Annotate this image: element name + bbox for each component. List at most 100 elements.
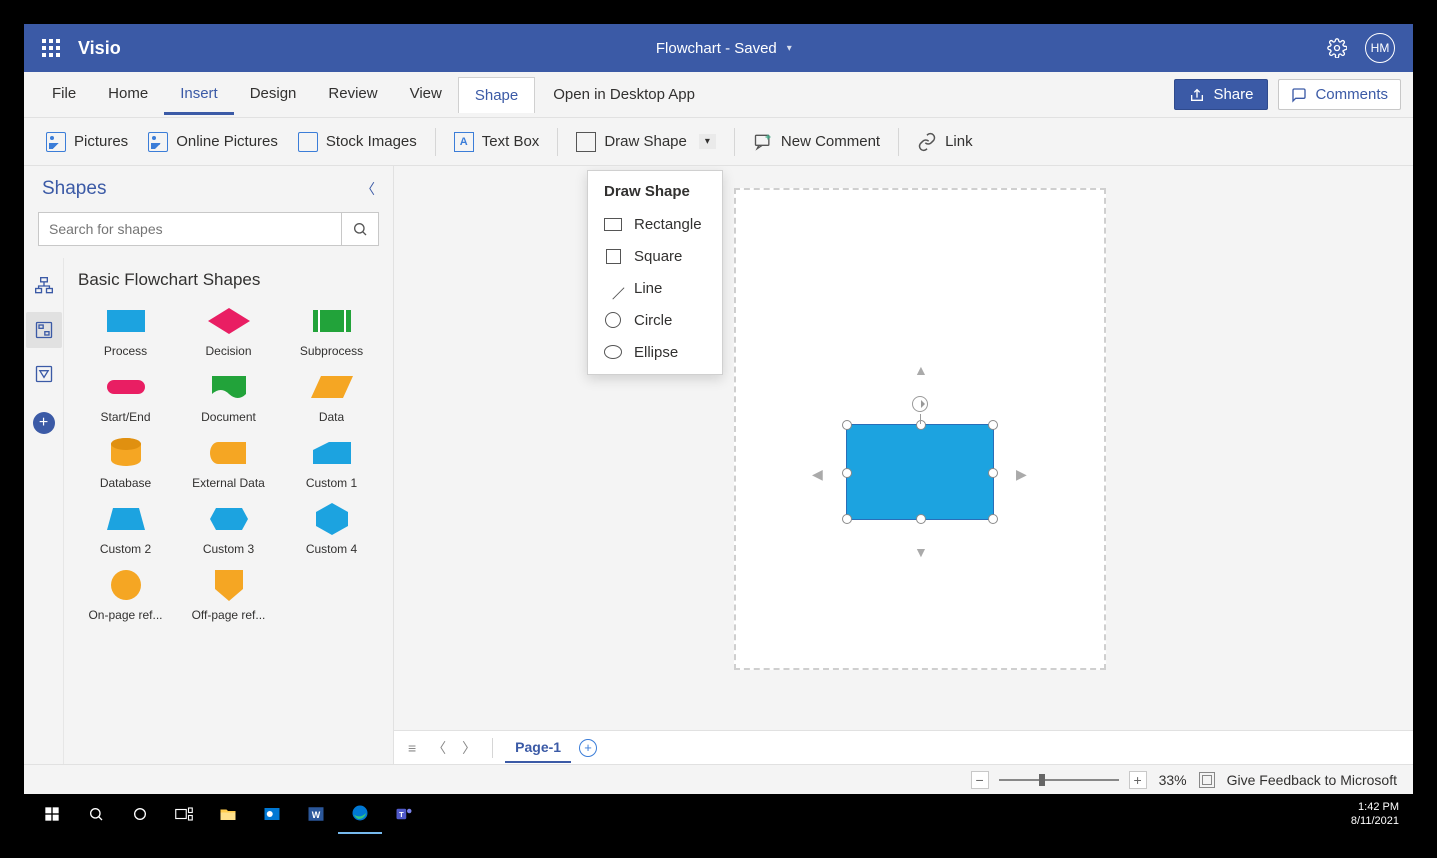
collapse-panel-button[interactable]: 〈 — [361, 179, 375, 199]
shape-custom-2[interactable]: Custom 2 — [78, 502, 173, 556]
tab-insert[interactable]: Insert — [164, 75, 234, 115]
shapes-search-input[interactable] — [38, 212, 341, 246]
taskbar-teams[interactable]: T — [382, 794, 426, 834]
comments-button[interactable]: Comments — [1278, 79, 1401, 110]
dropdown-item-circle[interactable]: Circle — [588, 304, 722, 336]
autoconnect-left[interactable]: ◀ — [812, 466, 823, 483]
title-bar: Visio Flowchart - Saved ▾ HM — [24, 24, 1413, 72]
drawing-canvas[interactable]: ▲ ▼ ◀ ▶ Draw Shape Rectangle Square Line… — [394, 166, 1413, 730]
online-pictures-button[interactable]: Online Pictures — [138, 126, 288, 158]
add-page-button[interactable]: + — [579, 739, 597, 757]
shape-external-data[interactable]: External Data — [181, 436, 276, 490]
page-tab-1[interactable]: Page-1 — [505, 733, 571, 763]
stock-images-icon — [298, 132, 318, 152]
shape-custom-4[interactable]: Custom 4 — [284, 502, 379, 556]
tab-file[interactable]: File — [36, 75, 92, 115]
canvas-wrap: ▲ ▼ ◀ ▶ Draw Shape Rectangle Square Line… — [394, 166, 1413, 764]
shape-subprocess[interactable]: Subprocess — [284, 304, 379, 358]
stencil-button-1[interactable] — [26, 268, 62, 304]
app-name: Visio — [78, 38, 121, 59]
new-comment-icon — [753, 132, 773, 152]
line-icon — [604, 279, 622, 297]
stencil-title: Basic Flowchart Shapes — [78, 270, 379, 290]
shape-data[interactable]: Data — [284, 370, 379, 424]
document-title-button[interactable]: Flowchart - Saved ▾ — [121, 40, 1327, 57]
zoom-in-button[interactable]: + — [1129, 771, 1147, 789]
selected-shape[interactable] — [846, 424, 994, 520]
chevron-down-icon: ▾ — [787, 43, 792, 54]
page-list-button[interactable]: ≡ — [404, 738, 420, 758]
shape-start-end[interactable]: Start/End — [78, 370, 173, 424]
stencil-button-3[interactable] — [26, 356, 62, 392]
dropdown-item-square[interactable]: Square — [588, 240, 722, 272]
tab-shape[interactable]: Shape — [458, 77, 535, 113]
autoconnect-right[interactable]: ▶ — [1016, 466, 1027, 483]
ribbon-commands: Pictures Online Pictures Stock Images AT… — [24, 118, 1413, 166]
taskbar-word[interactable]: W — [294, 794, 338, 834]
shape-custom-3[interactable]: Custom 3 — [181, 502, 276, 556]
tab-design[interactable]: Design — [234, 75, 313, 115]
taskbar-explorer[interactable] — [206, 794, 250, 834]
tab-view[interactable]: View — [394, 75, 458, 115]
start-button[interactable] — [30, 794, 74, 834]
new-comment-button[interactable]: New Comment — [743, 126, 890, 158]
online-pictures-icon — [148, 132, 168, 152]
taskbar-cortana[interactable] — [118, 794, 162, 834]
shape-decision[interactable]: Decision — [181, 304, 276, 358]
taskbar-clock[interactable]: 1:42 PM 8/11/2021 — [1351, 800, 1407, 829]
shape-custom-1[interactable]: Custom 1 — [284, 436, 379, 490]
tab-review[interactable]: Review — [312, 75, 393, 115]
svg-text:W: W — [312, 810, 321, 820]
stencil-rail: + — [24, 258, 64, 764]
zoom-slider[interactable] — [999, 779, 1119, 781]
circle-icon — [605, 312, 621, 328]
dropdown-item-rectangle[interactable]: Rectangle — [588, 208, 722, 240]
settings-icon[interactable] — [1327, 38, 1347, 58]
draw-shape-dropdown: Draw Shape Rectangle Square Line Circle … — [587, 170, 723, 375]
taskbar-edge[interactable] — [338, 794, 382, 834]
shape-document[interactable]: Document — [181, 370, 276, 424]
autoconnect-down[interactable]: ▼ — [914, 544, 928, 560]
stencil-button-2[interactable] — [26, 312, 62, 348]
taskbar-taskview[interactable] — [162, 794, 206, 834]
shape-database[interactable]: Database — [78, 436, 173, 490]
text-box-button[interactable]: AText Box — [444, 126, 550, 158]
user-avatar[interactable]: HM — [1365, 33, 1395, 63]
search-button[interactable] — [341, 212, 379, 246]
shape-off-page-ref[interactable]: Off-page ref... — [181, 568, 276, 622]
status-bar: − + 33% Give Feedback to Microsoft — [24, 764, 1413, 794]
fit-page-button[interactable] — [1199, 772, 1215, 788]
draw-shape-button[interactable]: Draw Shape▾ — [566, 126, 726, 158]
zoom-control: − + — [971, 771, 1147, 789]
stock-images-button[interactable]: Stock Images — [288, 126, 427, 158]
prev-page-button[interactable]: 〈 — [428, 736, 450, 760]
pictures-button[interactable]: Pictures — [36, 126, 138, 158]
autoconnect-up[interactable]: ▲ — [914, 362, 928, 378]
open-in-desktop-button[interactable]: Open in Desktop App — [535, 86, 713, 103]
svg-text:T: T — [399, 810, 404, 819]
zoom-percent: 33% — [1159, 772, 1187, 788]
shape-grid: Process Decision Subprocess Start/End Do… — [78, 304, 379, 622]
dropdown-item-line[interactable]: Line — [588, 272, 722, 304]
shape-on-page-ref[interactable]: On-page ref... — [78, 568, 173, 622]
feedback-link[interactable]: Give Feedback to Microsoft — [1227, 772, 1397, 788]
zoom-out-button[interactable]: − — [971, 771, 989, 789]
rectangle-icon — [576, 132, 596, 152]
taskbar-search[interactable] — [74, 794, 118, 834]
tab-home[interactable]: Home — [92, 75, 164, 115]
ellipse-icon — [604, 345, 622, 359]
page-tabs: ≡ 〈 〉 Page-1 + — [394, 730, 1413, 764]
shapes-panel-title: Shapes — [42, 178, 106, 200]
chevron-down-icon[interactable]: ▾ — [699, 134, 716, 149]
rotate-handle[interactable] — [912, 396, 928, 412]
add-stencil-button[interactable]: + — [33, 412, 55, 434]
shape-process[interactable]: Process — [78, 304, 173, 358]
dropdown-item-ellipse[interactable]: Ellipse — [588, 336, 722, 368]
share-button[interactable]: Share — [1174, 79, 1268, 110]
app-launcher-icon[interactable] — [42, 39, 60, 57]
next-page-button[interactable]: 〉 — [458, 736, 480, 760]
windows-taskbar: W T 1:42 PM 8/11/2021 — [24, 794, 1413, 834]
link-button[interactable]: Link — [907, 126, 983, 158]
ribbon-tabs: File Home Insert Design Review View Shap… — [24, 72, 1413, 118]
taskbar-outlook[interactable] — [250, 794, 294, 834]
